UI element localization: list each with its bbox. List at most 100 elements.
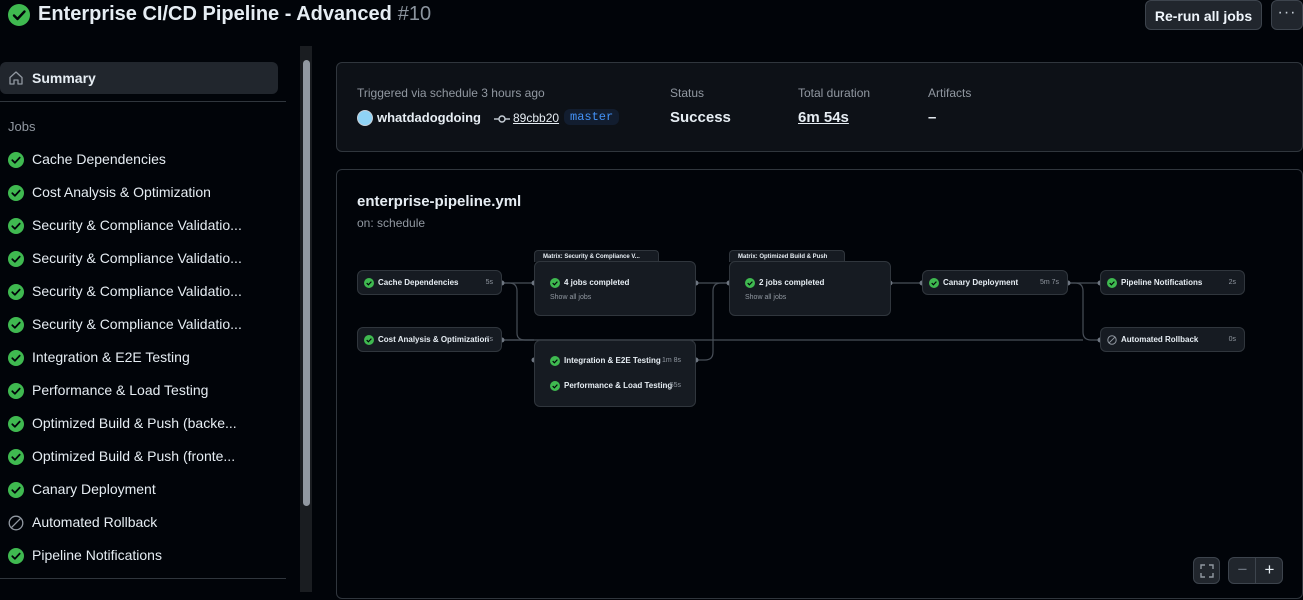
artifacts-label: Artifacts: [928, 86, 972, 100]
artifacts-value: –: [928, 109, 937, 126]
duration-label: Total duration: [798, 86, 871, 100]
divider: [0, 101, 286, 102]
rerun-all-jobs-button[interactable]: Re-run all jobs: [1145, 0, 1262, 30]
sidebar-job-label: Cache Dependencies: [32, 151, 166, 167]
job-node-canary-deployment[interactable]: Canary Deployment 5m 7s: [922, 270, 1068, 295]
sidebar-job-item[interactable]: Automated Rollback: [0, 506, 290, 539]
job-node-cache-dependencies[interactable]: Cache Dependencies 5s: [357, 270, 502, 295]
sidebar-job-item[interactable]: Security & Compliance Validatio...: [0, 308, 290, 341]
sidebar-job-label: Optimized Build & Push (backe...: [32, 415, 237, 431]
sidebar-scrollbar-thumb[interactable]: [303, 60, 310, 506]
sidebar-job-label: Integration & E2E Testing: [32, 349, 190, 365]
commit-icon: [494, 115, 510, 123]
more-options-button[interactable]: ···: [1271, 0, 1303, 30]
sidebar-job-label: Canary Deployment: [32, 481, 156, 497]
success-check-icon: [8, 218, 24, 234]
sidebar-job-item[interactable]: Optimized Build & Push (backe...: [0, 407, 290, 440]
matrix-summary-label: 4 jobs completed: [564, 278, 630, 287]
job-node-label: Cache Dependencies: [378, 278, 459, 287]
job-list: Cache Dependencies Cost Analysis & Optimi…: [0, 143, 290, 572]
sidebar-job-item[interactable]: Pipeline Notifications: [0, 539, 290, 572]
sidebar-job-item[interactable]: Security & Compliance Validatio...: [0, 209, 290, 242]
job-node-label: Canary Deployment: [943, 278, 1019, 287]
job-node-performance-testing[interactable]: Performance & Load Testing 55s: [535, 376, 695, 396]
duration-link[interactable]: 6m 54s: [798, 109, 849, 126]
success-check-icon: [8, 251, 24, 267]
fullscreen-button[interactable]: [1193, 557, 1220, 584]
success-check-icon: [8, 449, 24, 465]
success-check-icon: [364, 278, 374, 288]
show-all-jobs-link[interactable]: Show all jobs: [745, 294, 786, 301]
success-check-icon: [745, 278, 755, 288]
success-check-icon: [550, 278, 560, 288]
success-check-icon: [8, 4, 30, 26]
sidebar-job-label: Automated Rollback: [32, 514, 158, 530]
success-check-icon: [8, 416, 24, 432]
job-group-testing: Integration & E2E Testing 1m 8s Performa…: [534, 340, 696, 407]
job-node-label: Automated Rollback: [1121, 335, 1199, 344]
success-check-icon: [1107, 278, 1117, 288]
job-node-duration: 5s: [485, 279, 493, 286]
job-node-label: Cost Analysis & Optimization: [378, 335, 490, 344]
job-node-cost-analysis[interactable]: Cost Analysis & Optimization 7s: [357, 327, 502, 352]
avatar[interactable]: [357, 110, 373, 126]
success-check-icon: [550, 381, 560, 391]
skipped-icon: [1107, 335, 1117, 345]
page-header: Enterprise CI/CD Pipeline - Advanced #10 …: [0, 0, 1303, 40]
sidebar-job-item[interactable]: Cost Analysis & Optimization: [0, 176, 290, 209]
graph-connectors: [499, 280, 1103, 363]
run-summary-card: Triggered via schedule 3 hours ago whatd…: [336, 62, 1303, 152]
success-check-icon: [8, 350, 24, 366]
sidebar-job-item[interactable]: Performance & Load Testing: [0, 374, 290, 407]
job-node-duration: 2s: [1228, 279, 1236, 286]
sidebar-item-summary[interactable]: Summary: [0, 62, 278, 94]
sidebar-item-label: Summary: [32, 70, 96, 86]
job-node-integration-testing[interactable]: Integration & E2E Testing 1m 8s: [535, 351, 695, 371]
success-check-icon: [8, 185, 24, 201]
workflow-title: Enterprise CI/CD Pipeline - Advanced: [38, 3, 392, 25]
sidebar-job-item[interactable]: Security & Compliance Validatio...: [0, 242, 290, 275]
success-check-icon: [8, 482, 24, 498]
sidebar-job-label: Performance & Load Testing: [32, 382, 209, 398]
success-check-icon: [8, 317, 24, 333]
sidebar-job-item[interactable]: Integration & E2E Testing: [0, 341, 290, 374]
job-node-duration: 1m 8s: [661, 357, 681, 364]
success-check-icon: [8, 284, 24, 300]
job-node-duration: 7s: [485, 336, 493, 343]
branch-label[interactable]: master: [564, 109, 620, 125]
sidebar-job-item[interactable]: Canary Deployment: [0, 473, 290, 506]
job-node-duration: 0s: [1228, 336, 1236, 343]
show-all-jobs-link[interactable]: Show all jobs: [550, 294, 591, 301]
sidebar-job-item[interactable]: Security & Compliance Validatio...: [0, 275, 290, 308]
sidebar-job-label: Security & Compliance Validatio...: [32, 217, 242, 233]
matrix-node-optimized-build[interactable]: 2 jobs completed Show all jobs: [729, 261, 891, 316]
job-node-duration: 55s: [669, 382, 681, 389]
author-link[interactable]: whatdadogdoing: [377, 110, 481, 125]
home-icon: [9, 71, 23, 85]
job-node-label: Performance & Load Testing: [564, 381, 673, 390]
zoom-out-button[interactable]: −: [1229, 560, 1256, 580]
jobs-heading: Jobs: [8, 119, 36, 134]
matrix-node-security-compliance[interactable]: 4 jobs completed Show all jobs: [534, 261, 696, 316]
page-title: Enterprise CI/CD Pipeline - Advanced #10: [38, 3, 431, 26]
sidebar-job-item[interactable]: Cache Dependencies: [0, 143, 290, 176]
sidebar-job-item[interactable]: Optimized Build & Push (fronte...: [0, 440, 290, 473]
job-node-pipeline-notifications[interactable]: Pipeline Notifications 2s: [1100, 270, 1245, 295]
commit-link[interactable]: 89cbb20: [513, 111, 559, 125]
workflow-trigger: on: schedule: [357, 216, 426, 230]
divider: [0, 578, 286, 579]
zoom-in-button[interactable]: +: [1256, 560, 1283, 580]
success-check-icon: [364, 335, 374, 345]
success-check-icon: [8, 548, 24, 564]
job-node-automated-rollback[interactable]: Automated Rollback 0s: [1100, 327, 1245, 352]
workflow-file-name[interactable]: enterprise-pipeline.yml: [357, 193, 521, 210]
matrix-summary-label: 2 jobs completed: [759, 278, 825, 287]
job-node-label: Pipeline Notifications: [1121, 278, 1203, 287]
sidebar-job-label: Pipeline Notifications: [32, 547, 162, 563]
sidebar-job-label: Optimized Build & Push (fronte...: [32, 448, 236, 464]
zoom-controls: − +: [1228, 557, 1283, 584]
success-check-icon: [929, 278, 939, 288]
trigger-text: Triggered via schedule 3 hours ago: [357, 86, 545, 100]
sidebar-job-label: Security & Compliance Validatio...: [32, 250, 242, 266]
sidebar-job-label: Security & Compliance Validatio...: [32, 283, 242, 299]
